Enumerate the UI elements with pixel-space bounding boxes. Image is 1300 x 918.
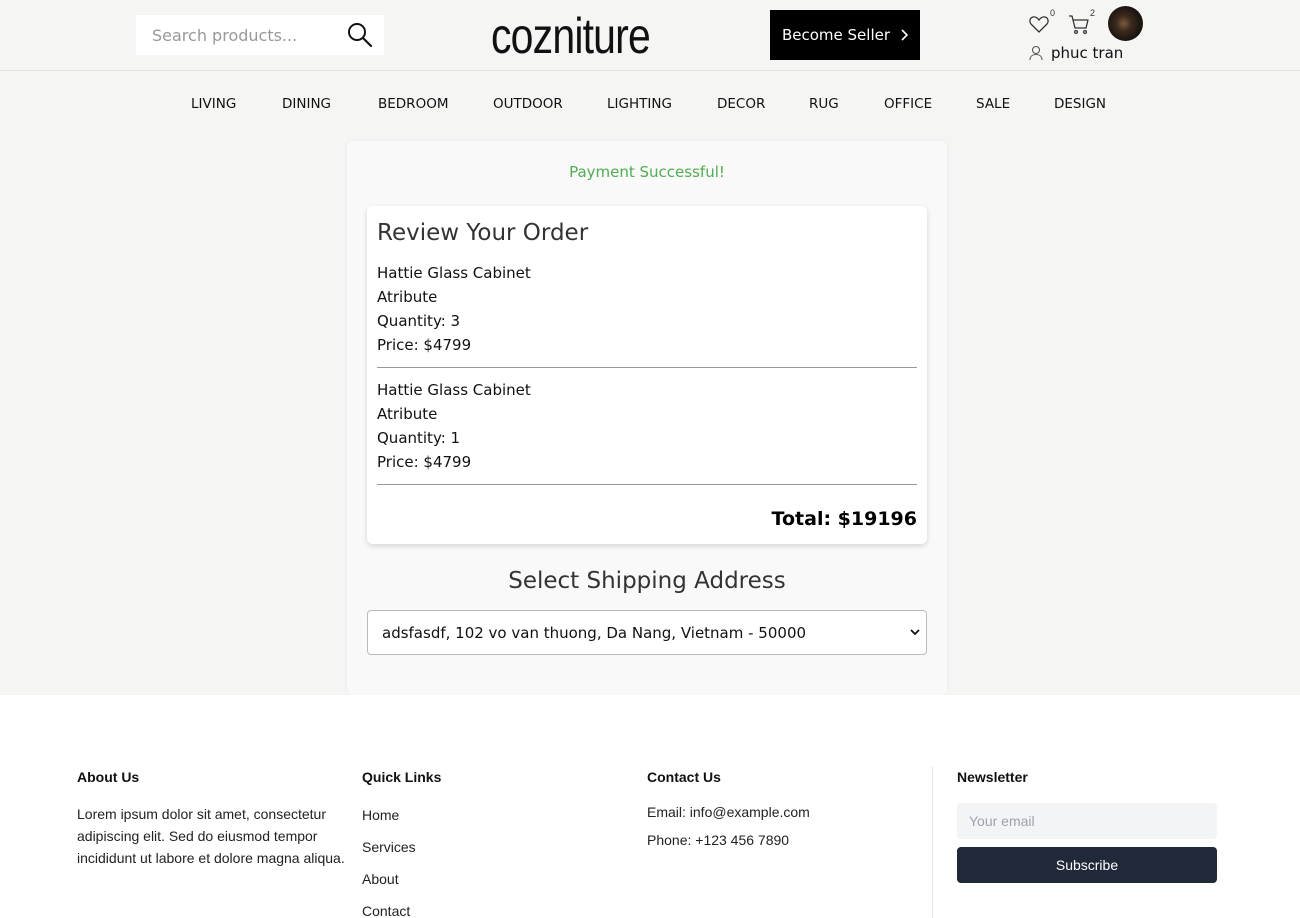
- search-bar: [136, 15, 384, 55]
- nav-item-sale[interactable]: SALE: [976, 96, 1010, 112]
- site-logo[interactable]: cozniture: [491, 6, 651, 66]
- order-total: Total: $19196: [771, 508, 917, 530]
- nav-item-living[interactable]: LIVING: [191, 96, 236, 112]
- cart-icon: [1069, 15, 1089, 35]
- about-text: Lorem ipsum dolor sit amet, consectetur …: [77, 806, 345, 866]
- contact-phone: Phone: +123 456 7890: [647, 832, 790, 848]
- item-attribute: Atribute: [377, 288, 438, 306]
- category-nav: LIVING DINING BEDROOM OUTDOOR LIGHTING D…: [0, 96, 1300, 118]
- user-name: phuc tran: [1051, 44, 1124, 62]
- nav-item-bedroom[interactable]: BEDROOM: [378, 96, 448, 112]
- shipping-selected-value: adsfasdf, 102 vo van thuong, Da Nang, Vi…: [382, 623, 807, 642]
- search-icon[interactable]: [346, 21, 374, 49]
- nav-item-lighting[interactable]: LIGHTING: [607, 96, 672, 112]
- quick-links-title: Quick Links: [362, 769, 442, 785]
- become-seller-button[interactable]: Become Seller: [770, 10, 920, 60]
- item-divider: [377, 367, 917, 368]
- site-footer: About Us Lorem ipsum dolor sit amet, con…: [0, 695, 1300, 918]
- nav-item-decor[interactable]: DECOR: [717, 96, 765, 112]
- nav-item-dining[interactable]: DINING: [282, 96, 331, 112]
- footer-link-contact[interactable]: Contact: [362, 903, 410, 918]
- chevron-down-icon: [910, 629, 920, 636]
- nav-item-rug[interactable]: RUG: [809, 96, 839, 112]
- item-name: Hattie Glass Cabinet: [377, 381, 531, 399]
- about-title: About Us: [77, 769, 140, 785]
- shipping-address-select[interactable]: adsfasdf, 102 vo van thuong, Da Nang, Vi…: [367, 610, 927, 655]
- chevron-right-icon: [901, 29, 909, 41]
- order-item: Hattie Glass Cabinet Atribute Quantity: …: [377, 261, 917, 357]
- cart-count: 2: [1089, 8, 1095, 18]
- footer-divider: [932, 767, 933, 918]
- item-attribute: Atribute: [377, 405, 438, 423]
- footer-link-services[interactable]: Services: [362, 839, 416, 855]
- checkout-card: Payment Successful! Review Your Order Ha…: [347, 141, 947, 695]
- item-quantity: Quantity: 3: [377, 312, 461, 330]
- review-title: Review Your Order: [377, 220, 589, 246]
- order-review: Review Your Order Hattie Glass Cabinet A…: [367, 206, 927, 544]
- become-seller-label: Become Seller: [781, 26, 891, 44]
- item-price: Price: $4799: [377, 336, 472, 354]
- site-header: cozniture Become Seller 0 2 phuc tran: [0, 0, 1300, 71]
- contact-email: Email: info@example.com: [647, 804, 810, 820]
- newsletter-title: Newsletter: [957, 769, 1028, 785]
- nav-item-design[interactable]: DESIGN: [1054, 96, 1106, 112]
- shipping-title: Select Shipping Address: [508, 568, 786, 594]
- search-input[interactable]: [136, 15, 336, 55]
- item-name: Hattie Glass Cabinet: [377, 264, 531, 282]
- wishlist-count: 0: [1049, 8, 1055, 18]
- footer-link-about[interactable]: About: [362, 871, 399, 887]
- order-item: Hattie Glass Cabinet Atribute Quantity: …: [377, 378, 917, 474]
- item-quantity: Quantity: 1: [377, 429, 461, 447]
- avatar[interactable]: [1108, 6, 1143, 41]
- subscribe-button[interactable]: Subscribe: [957, 847, 1217, 883]
- item-price: Price: $4799: [377, 453, 472, 471]
- contact-title: Contact Us: [647, 769, 721, 785]
- newsletter-email-input[interactable]: [957, 803, 1217, 839]
- user-icon: [1029, 45, 1043, 61]
- cart-button[interactable]: 2: [1067, 8, 1095, 38]
- nav-item-outdoor[interactable]: OUTDOOR: [493, 96, 563, 112]
- footer-link-home[interactable]: Home: [362, 807, 399, 823]
- item-divider: [377, 484, 917, 485]
- nav-item-office[interactable]: OFFICE: [884, 96, 932, 112]
- payment-status: Payment Successful!: [569, 163, 725, 181]
- user-account[interactable]: phuc tran: [1029, 44, 1123, 62]
- wishlist-button[interactable]: 0: [1027, 8, 1055, 38]
- heart-icon: [1029, 16, 1049, 33]
